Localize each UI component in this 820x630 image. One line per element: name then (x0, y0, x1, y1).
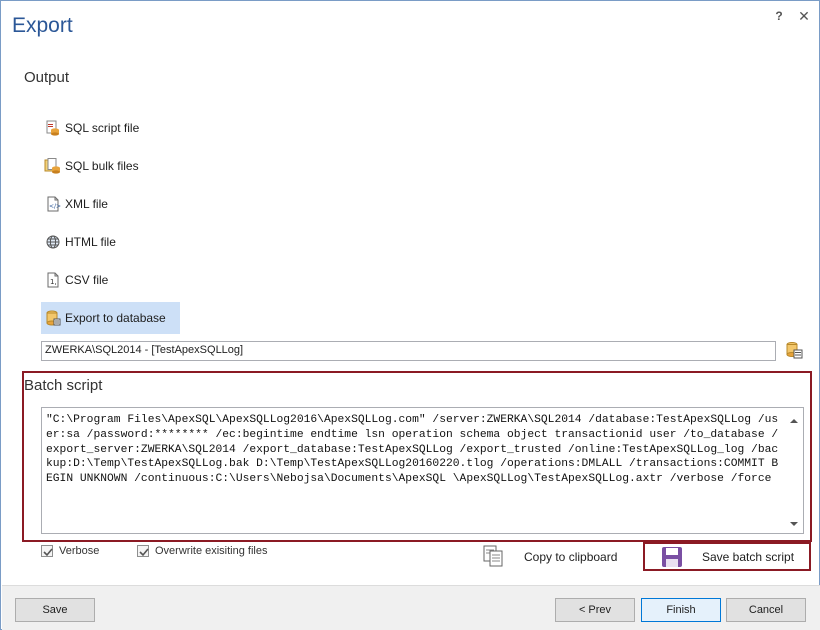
sql-bulk-icon (44, 157, 62, 175)
option-label: Export to database (65, 311, 166, 325)
batch-script-content: "C:\Program Files\ApexSQL\ApexSQLLog2016… (46, 414, 779, 486)
xml-file-icon: </> (44, 195, 62, 213)
option-label: HTML file (65, 235, 116, 249)
batch-script-textarea[interactable]: "C:\Program Files\ApexSQL\ApexSQLLog2016… (41, 407, 804, 534)
database-browse-button[interactable] (783, 340, 805, 362)
scroll-down-icon[interactable] (789, 518, 799, 528)
verbose-checkbox[interactable]: Verbose (41, 544, 99, 558)
dialog-footer: Save < Prev Finish Cancel (2, 585, 820, 630)
save-button[interactable]: Save (15, 598, 95, 622)
option-export-to-database[interactable]: Export to database (41, 302, 180, 334)
option-sql-bulk-files[interactable]: SQL bulk files (41, 150, 180, 182)
html-globe-icon (44, 233, 62, 251)
export-dialog: Export ? ✕ Output SQL script file SQL bu… (0, 0, 820, 630)
close-button[interactable]: ✕ (796, 8, 812, 24)
database-browse-icon (785, 341, 803, 362)
cancel-button[interactable]: Cancel (726, 598, 806, 622)
option-label: SQL bulk files (65, 159, 139, 173)
overwrite-label: Overwrite exisiting files (155, 545, 268, 557)
option-xml-file[interactable]: </> XML file (41, 188, 180, 220)
save-batch-label: Save batch script (702, 549, 795, 564)
batch-script-heading: Batch script (24, 377, 103, 394)
prev-button[interactable]: < Prev (555, 598, 635, 622)
checkmark-icon (43, 548, 53, 557)
option-sql-script-file[interactable]: SQL script file (41, 112, 180, 144)
copy-to-clipboard-button[interactable]: Copy to clipboard (482, 544, 627, 570)
csv-file-icon: 1, (44, 271, 62, 289)
dialog-title: Export (12, 14, 73, 37)
scroll-up-icon[interactable] (789, 415, 799, 425)
option-label: CSV file (65, 273, 109, 287)
overwrite-checkbox[interactable]: Overwrite exisiting files (137, 544, 267, 558)
finish-button[interactable]: Finish (641, 598, 721, 622)
svg-text:1,: 1, (50, 278, 57, 286)
output-heading: Output (24, 69, 70, 86)
verbose-label: Verbose (59, 545, 100, 557)
help-button[interactable]: ? (771, 9, 787, 25)
svg-text:</>: </> (49, 203, 61, 210)
checkbox-box (41, 545, 53, 557)
option-html-file[interactable]: HTML file (41, 226, 180, 258)
save-batch-script-button[interactable]: Save batch script (643, 542, 811, 571)
database-field[interactable]: ZWERKA\SQL2014 - [TestApexSQLLog] (41, 341, 776, 361)
checkmark-icon (139, 548, 149, 557)
option-label: XML file (65, 197, 108, 211)
sql-script-icon (44, 119, 62, 137)
database-icon (44, 309, 62, 327)
copy-label: Copy to clipboard (524, 550, 618, 564)
checkbox-box (137, 545, 149, 557)
option-label: SQL script file (65, 121, 140, 135)
clipboard-icon (482, 544, 504, 571)
save-disk-icon (661, 546, 683, 568)
option-csv-file[interactable]: 1, CSV file (41, 264, 180, 296)
